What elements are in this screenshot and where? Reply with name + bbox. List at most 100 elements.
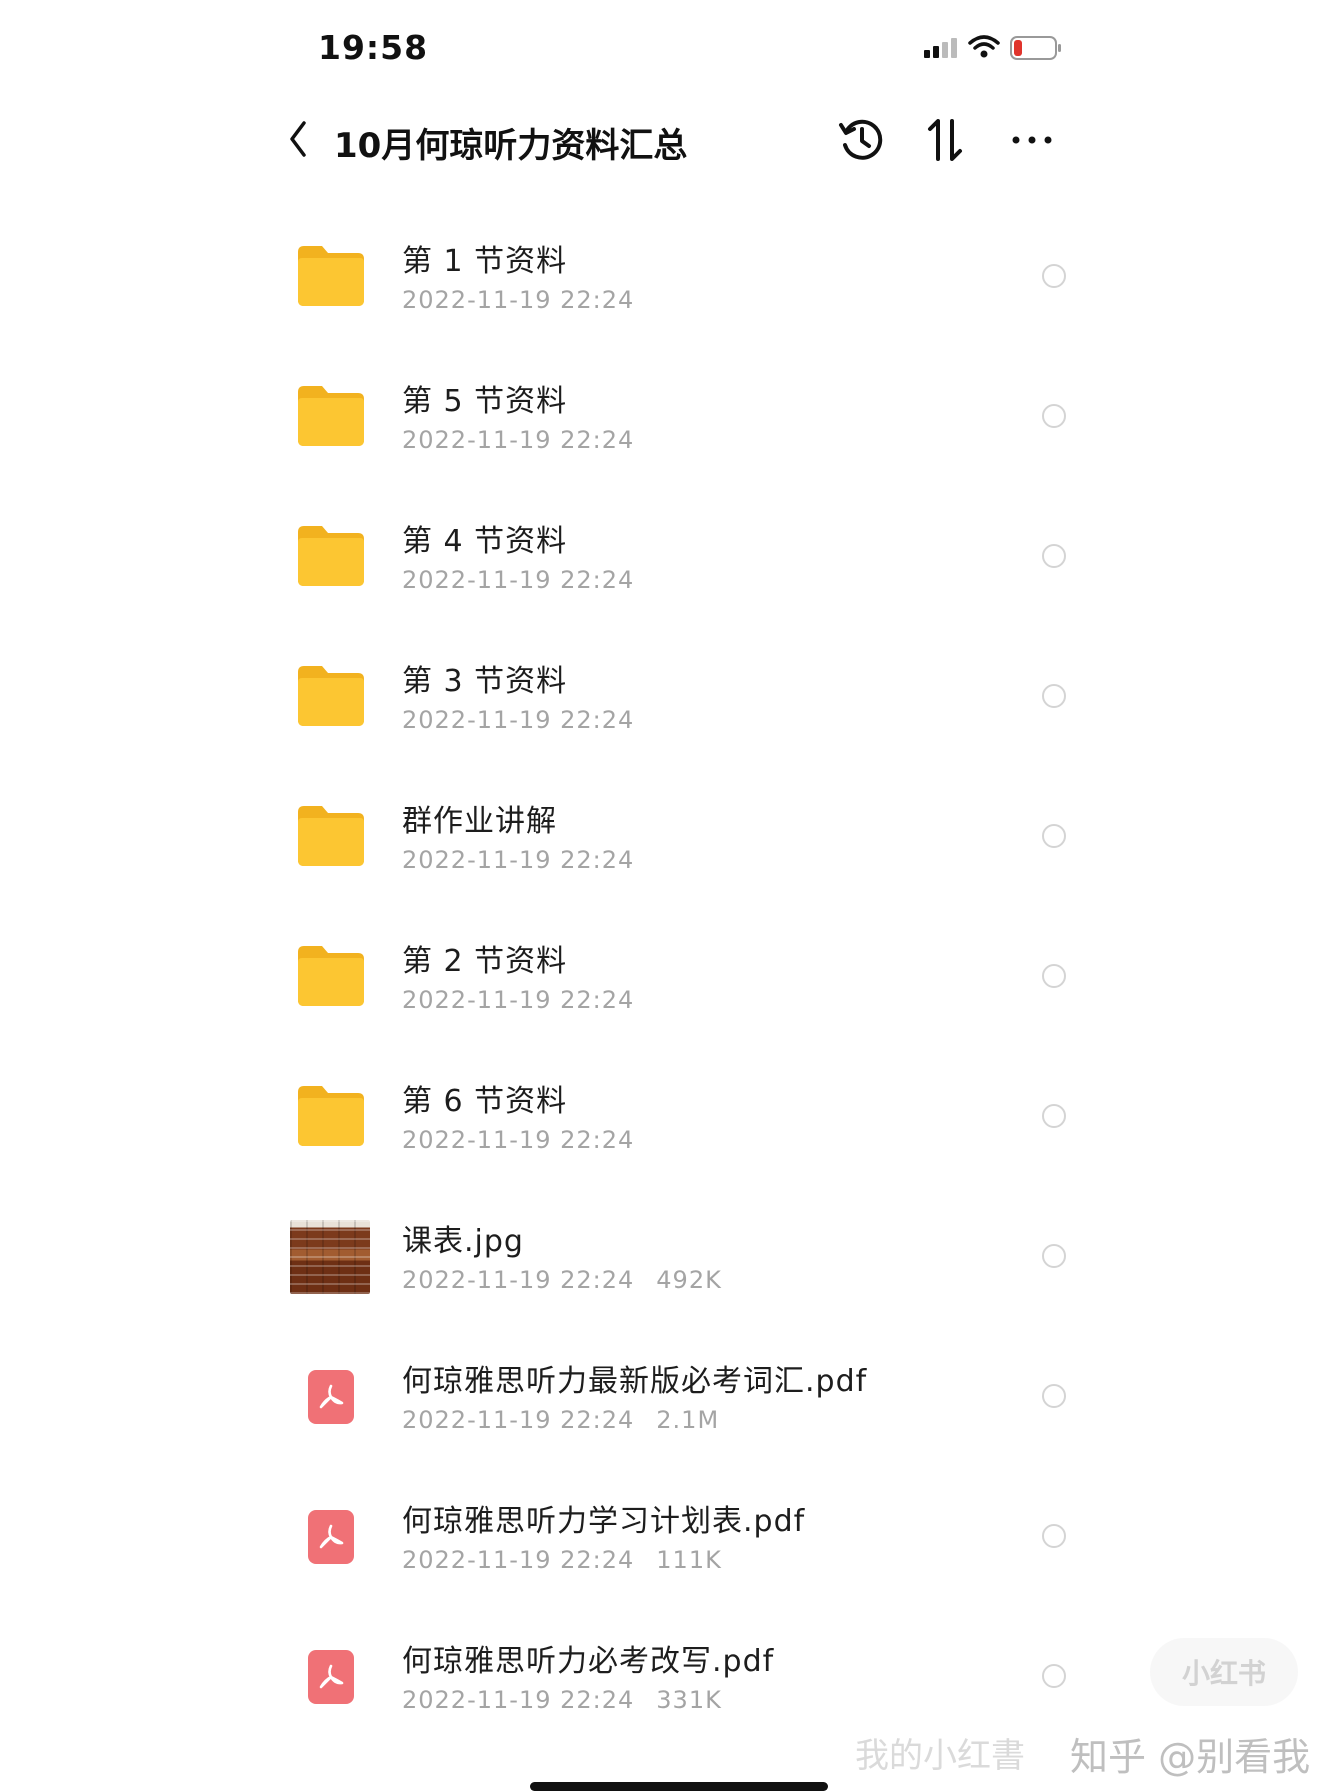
file-name: 何琼雅思听力最新版必考词汇.pdf — [402, 1364, 868, 1399]
select-radio[interactable] — [1042, 684, 1066, 708]
file-date: 2022-11-19 22:24 — [402, 1406, 635, 1434]
watermark-text: 我的小红書 — [855, 1736, 1025, 1776]
select-radio[interactable] — [1042, 264, 1066, 288]
folder-thumb — [290, 796, 370, 874]
folder-icon — [298, 946, 364, 1006]
pdf-icon — [308, 1370, 354, 1424]
select-radio[interactable] — [1042, 1244, 1066, 1268]
select-radio[interactable] — [1042, 824, 1066, 848]
file-meta: 2022-11-19 22:24 — [402, 1126, 634, 1154]
watermark-text-zhihu: 知乎 @别看我 — [1070, 1735, 1311, 1779]
folder-thumb — [290, 656, 370, 734]
file-date: 2022-11-19 22:24 — [402, 1546, 635, 1574]
more-button[interactable] — [1004, 112, 1060, 168]
file-size: 331K — [656, 1686, 722, 1714]
file-date: 2022-11-19 22:24 — [402, 706, 635, 734]
select-radio[interactable] — [1042, 1664, 1066, 1688]
file-row[interactable]: 第 6 节资料 2022-11-19 22:24 — [0, 1046, 1344, 1186]
file-name: 第 4 节资料 — [402, 524, 568, 559]
file-size: 2.1M — [656, 1406, 720, 1434]
image-thumbnail — [290, 1220, 370, 1294]
file-name: 课表.jpg — [402, 1224, 524, 1259]
file-name: 第 1 节资料 — [402, 244, 568, 279]
file-meta: 2022-11-19 22:24 — [402, 286, 634, 314]
file-name: 第 6 节资料 — [402, 1084, 568, 1119]
file-meta: 2022-11-19 22:24 — [402, 986, 634, 1014]
file-row[interactable]: 群作业讲解 2022-11-19 22:24 — [0, 766, 1344, 906]
pdf-icon — [308, 1510, 354, 1564]
file-meta: 2022-11-19 22:24 — [402, 566, 634, 594]
home-indicator[interactable] — [530, 1782, 828, 1791]
file-name: 群作业讲解 — [402, 804, 557, 839]
folder-icon — [298, 1086, 364, 1146]
battery-icon — [1010, 36, 1061, 60]
file-name: 何琼雅思听力学习计划表.pdf — [402, 1504, 806, 1539]
file-row[interactable]: 第 4 节资料 2022-11-19 22:24 — [0, 486, 1344, 626]
navigation-bar: 10月何琼听力资料汇总 — [0, 100, 1344, 180]
more-icon — [1012, 136, 1052, 144]
file-size: 492K — [656, 1266, 722, 1294]
file-list: 第 1 节资料 2022-11-19 22:24 第 5 节资料 2022-11-19… — [0, 206, 1344, 1746]
file-row[interactable]: 课表.jpg 2022-11-19 22:24 492K — [0, 1186, 1344, 1326]
file-row[interactable]: 第 2 节资料 2022-11-19 22:24 — [0, 906, 1344, 1046]
pdf-thumb — [290, 1636, 370, 1714]
file-meta: 2022-11-19 22:24 — [402, 846, 634, 874]
select-radio[interactable] — [1042, 964, 1066, 988]
file-row[interactable]: 何琼雅思听力最新版必考词汇.pdf 2022-11-19 22:24 2.1M — [0, 1326, 1344, 1466]
select-radio[interactable] — [1042, 1524, 1066, 1548]
file-row[interactable]: 第 5 节资料 2022-11-19 22:24 — [0, 346, 1344, 486]
file-row[interactable]: 何琼雅思听力必考改写.pdf 2022-11-19 22:24 331K — [0, 1606, 1344, 1746]
select-radio[interactable] — [1042, 544, 1066, 568]
folder-thumb — [290, 1076, 370, 1154]
status-time: 19:58 — [318, 28, 429, 67]
pdf-icon — [308, 1650, 354, 1704]
file-date: 2022-11-19 22:24 — [402, 986, 635, 1014]
file-date: 2022-11-19 22:24 — [402, 1686, 635, 1714]
file-date: 2022-11-19 22:24 — [402, 426, 635, 454]
file-meta: 2022-11-19 22:24 111K — [402, 1546, 722, 1574]
folder-icon — [298, 246, 364, 306]
folder-icon — [298, 806, 364, 866]
file-date: 2022-11-19 22:24 — [402, 286, 635, 314]
file-name: 第 2 节资料 — [402, 944, 568, 979]
file-date: 2022-11-19 22:24 — [402, 1266, 635, 1294]
wifi-icon — [968, 35, 1000, 58]
folder-icon — [298, 666, 364, 726]
file-date: 2022-11-19 22:24 — [402, 1126, 635, 1154]
folder-thumb — [290, 376, 370, 454]
file-name: 何琼雅思听力必考改写.pdf — [402, 1644, 775, 1679]
history-icon — [839, 119, 883, 160]
cellular-signal-icon — [924, 38, 957, 58]
pdf-thumb — [290, 1356, 370, 1434]
select-radio[interactable] — [1042, 1384, 1066, 1408]
back-button[interactable] — [278, 114, 318, 164]
folder-icon — [298, 526, 364, 586]
sort-button[interactable] — [918, 112, 974, 168]
image-thumb — [290, 1216, 370, 1294]
select-radio[interactable] — [1042, 404, 1066, 428]
file-name: 第 3 节资料 — [402, 664, 568, 699]
file-meta: 2022-11-19 22:24 2.1M — [402, 1406, 719, 1434]
folder-thumb — [290, 516, 370, 594]
file-meta: 2022-11-19 22:24 — [402, 426, 634, 454]
file-row[interactable]: 第 3 节资料 2022-11-19 22:24 — [0, 626, 1344, 766]
pdf-thumb — [290, 1496, 370, 1574]
file-meta: 2022-11-19 22:24 331K — [402, 1686, 722, 1714]
file-date: 2022-11-19 22:24 — [402, 566, 635, 594]
file-meta: 2022-11-19 22:24 492K — [402, 1266, 722, 1294]
back-icon — [290, 121, 306, 157]
sort-icon — [928, 119, 962, 161]
file-date: 2022-11-19 22:24 — [402, 846, 635, 874]
file-row[interactable]: 何琼雅思听力学习计划表.pdf 2022-11-19 22:24 111K — [0, 1466, 1344, 1606]
select-radio[interactable] — [1042, 1104, 1066, 1128]
folder-thumb — [290, 236, 370, 314]
page-title: 10月何琼听力资料汇总 — [334, 126, 688, 166]
status-bar: 19:58 — [0, 0, 1344, 96]
history-button[interactable] — [834, 112, 890, 168]
folder-thumb — [290, 936, 370, 1014]
folder-icon — [298, 386, 364, 446]
file-size: 111K — [656, 1546, 722, 1574]
watermark-badge: 小红书 — [1150, 1638, 1298, 1706]
file-meta: 2022-11-19 22:24 — [402, 706, 634, 734]
file-row[interactable]: 第 1 节资料 2022-11-19 22:24 — [0, 206, 1344, 346]
